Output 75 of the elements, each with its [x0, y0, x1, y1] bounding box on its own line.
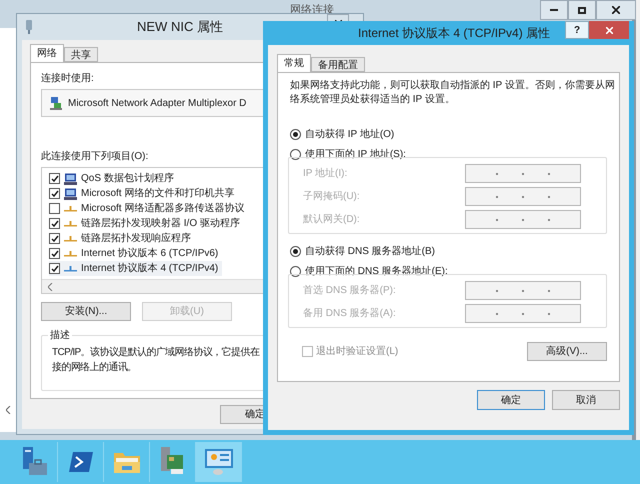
- computer-icon: [64, 172, 77, 184]
- checkbox[interactable]: [49, 173, 60, 184]
- tab[interactable]: 常规: [277, 54, 311, 72]
- network-adapter-icon: [25, 20, 33, 34]
- control-panel-icon: [204, 448, 234, 476]
- description-text: 接的网络上的通讯。: [52, 360, 137, 375]
- ip-address-field[interactable]: [465, 281, 581, 300]
- radio-option[interactable]: 自动获得 IP 地址(O): [290, 127, 394, 142]
- list-item[interactable]: Microsoft 网络适配器多路传送器协议: [49, 201, 248, 216]
- close-button[interactable]: [596, 0, 636, 20]
- list-item[interactable]: Internet 协议版本 6 (TCP/IPv6): [49, 246, 222, 261]
- field-label: IP 地址(I):: [303, 166, 348, 181]
- item-label: Microsoft 网络的文件和打印机共享: [81, 186, 234, 201]
- ip-address-field[interactable]: [465, 304, 581, 323]
- section-label: 连接时使用:: [41, 72, 94, 86]
- tab[interactable]: 备用配置: [311, 57, 365, 72]
- dialog-title: Internet 协议版本 4 (TCP/IPv4) 属性: [358, 25, 550, 42]
- field-label: 备用 DNS 服务器(A):: [303, 307, 397, 321]
- radio-option[interactable]: 自动获得 DNS 服务器地址(B): [290, 244, 435, 259]
- list-item[interactable]: Internet 协议版本 4 (TCP/IPv4): [49, 261, 222, 276]
- list-item[interactable]: 链路层拓扑发现映射器 I/O 驱动程序: [49, 216, 244, 231]
- ip-address-field[interactable]: [465, 187, 581, 206]
- list-item[interactable]: Microsoft 网络的文件和打印机共享: [49, 186, 238, 201]
- close-icon: [612, 6, 620, 14]
- tab[interactable]: 网络: [30, 44, 64, 62]
- checkbox[interactable]: [49, 188, 60, 199]
- window-title: NEW NIC 属性: [137, 18, 223, 36]
- item-label: Microsoft 网络适配器多路传送器协议: [81, 202, 244, 216]
- close-icon: [606, 26, 612, 34]
- terminal-icon: [68, 450, 94, 474]
- checkbox[interactable]: [49, 233, 60, 244]
- ip-address-field[interactable]: [465, 210, 581, 229]
- protocol-icon: [64, 220, 77, 228]
- field-label: 首选 DNS 服务器(P):: [303, 284, 397, 298]
- list-item[interactable]: 链路层拓扑发现响应程序: [49, 231, 195, 246]
- item-label: 链路层拓扑发现映射器 I/O 驱动程序: [81, 216, 240, 231]
- item-label: Internet 协议版本 4 (TCP/IPv4): [81, 262, 218, 276]
- protocol-icon: [64, 234, 77, 242]
- tab[interactable]: 共享: [64, 47, 98, 62]
- item-label: 链路层拓扑发现响应程序: [81, 232, 191, 246]
- maximize-button[interactable]: [568, 0, 596, 20]
- item-label: QoS 数据包计划程序: [81, 172, 174, 186]
- ok-button[interactable]: 确定: [477, 390, 545, 410]
- server-toolbox-icon: [20, 447, 48, 477]
- radio-button[interactable]: [290, 246, 301, 257]
- action-button[interactable]: 安装(N)...: [41, 302, 131, 321]
- intro-text: 如果网络支持此功能，则可以获取自动指派的 IP 设置。否则，你需要从网络系统管理员处获得适当的 IP 设置。: [290, 79, 616, 107]
- scroll-left-icon: [6, 406, 11, 414]
- taskbar-button[interactable]: [196, 442, 242, 482]
- description-text: TCP/IP。该协议是默认的广域网络协议，它提供在: [52, 346, 260, 360]
- field-label: 子网掩码(U):: [303, 190, 361, 204]
- folder-icon: [112, 450, 140, 474]
- protocol-icon: [64, 264, 77, 272]
- network-icon: [50, 96, 62, 110]
- radio-button[interactable]: [290, 266, 301, 277]
- advanced-button[interactable]: 高级(V)...: [527, 342, 607, 361]
- checkbox[interactable]: [49, 263, 60, 274]
- help-button[interactable]: ?: [565, 21, 589, 39]
- adapter-name: Microsoft Network Adapter Multiplexor D: [68, 96, 246, 110]
- checkbox[interactable]: [49, 218, 60, 229]
- section-label: 此连接使用下列项目(O):: [41, 150, 148, 164]
- protocol-icon: [64, 204, 77, 212]
- cancel-button[interactable]: 取消: [552, 390, 620, 410]
- checkbox[interactable]: [49, 203, 60, 214]
- radio-button[interactable]: [290, 149, 301, 160]
- list-item[interactable]: QoS 数据包计划程序: [49, 171, 178, 186]
- minimize-button[interactable]: [540, 0, 568, 20]
- ip-address-field[interactable]: [465, 164, 581, 183]
- computer-icon: [64, 188, 77, 200]
- item-label: Internet 协议版本 6 (TCP/IPv6): [81, 246, 218, 261]
- scroll-left-icon: [48, 282, 53, 290]
- protocol-icon: [64, 250, 77, 258]
- field-label: 默认网关(D):: [303, 212, 361, 227]
- radio-button[interactable]: [290, 129, 301, 140]
- checkbox[interactable]: [49, 248, 60, 259]
